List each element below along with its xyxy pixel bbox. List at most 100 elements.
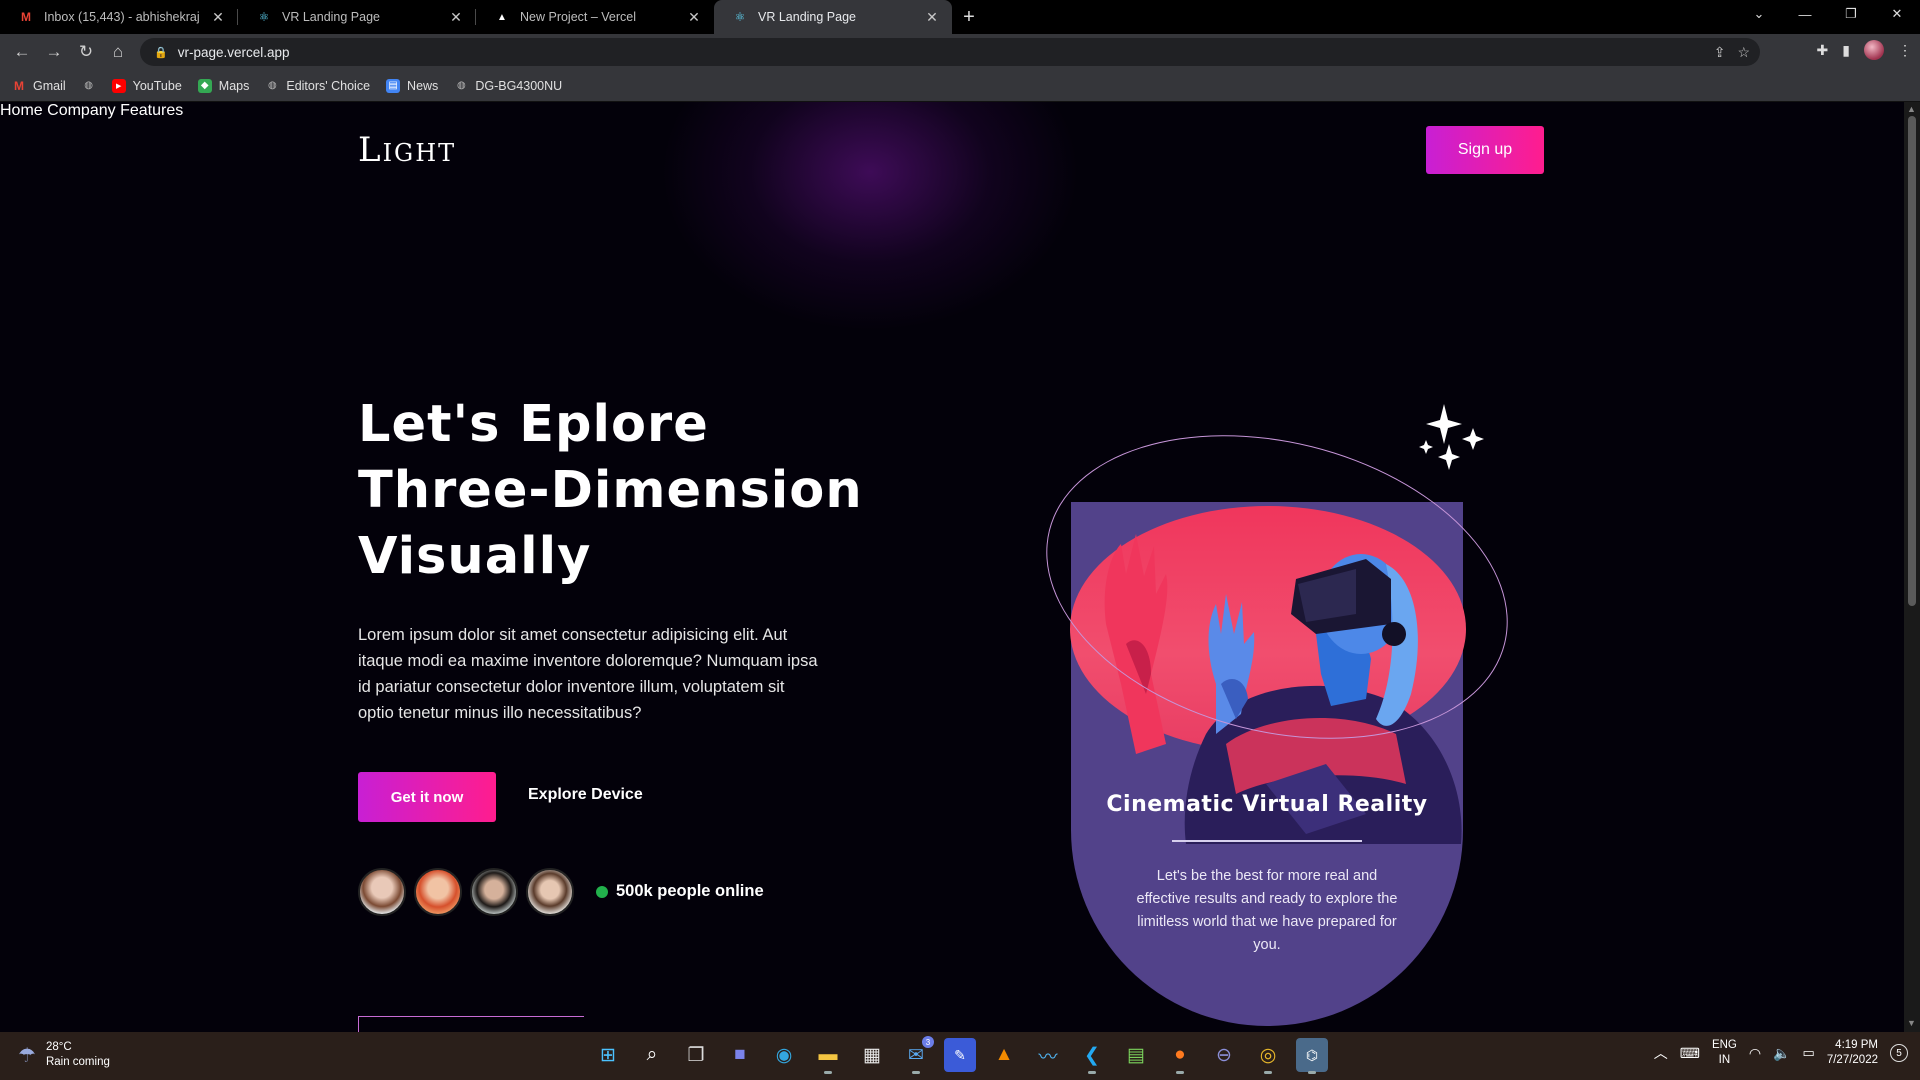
profile-avatar[interactable]: [1864, 40, 1884, 60]
forward-icon[interactable]: →: [38, 36, 70, 68]
toolbar-actions: ✚ ▮ ⋮: [1817, 40, 1912, 60]
bookmark-globe[interactable]: ◍: [82, 79, 96, 93]
reload-icon[interactable]: ↻: [70, 36, 102, 68]
page-viewport: Light Home Company Features Sign up Let'…: [0, 102, 1904, 1032]
get-it-now-button[interactable]: Get it now: [358, 772, 496, 822]
menu-icon[interactable]: ⋮: [1898, 42, 1912, 59]
avatar: [358, 868, 406, 916]
next-section-frame: [358, 1016, 584, 1032]
restore-icon[interactable]: ❐: [1828, 0, 1874, 28]
edge-icon[interactable]: ◉: [768, 1038, 800, 1072]
close-icon[interactable]: ✕: [686, 9, 702, 26]
bookmark-label: Maps: [218, 78, 250, 93]
taskbar-apps: ⊞ ⌕ ❐ ■ ◉ ▬ ▦ ✉ 3 ✎ ▲ 〰 ❮ ▤ ● ⊖ ◎ ⌬: [592, 1036, 1328, 1074]
close-icon[interactable]: ✕: [924, 9, 940, 26]
tab-title: Inbox (15,443) - abhishekraj1130: [44, 10, 200, 24]
online-avatars: [358, 868, 574, 916]
battery-icon[interactable]: ▭: [1803, 1045, 1815, 1061]
vscode-icon[interactable]: ❮: [1076, 1038, 1108, 1074]
bookmark-news[interactable]: ▤ News: [386, 78, 439, 93]
background-glow: [660, 102, 1080, 332]
explore-device-link[interactable]: Explore Device: [528, 786, 643, 804]
teams-chat-icon[interactable]: ■: [724, 1038, 756, 1072]
globe-icon: ◍: [84, 80, 94, 91]
share-icon[interactable]: ⇪: [1714, 44, 1726, 61]
close-window-icon[interactable]: ✕: [1874, 0, 1920, 28]
store-icon[interactable]: ▦: [856, 1038, 888, 1072]
bookmark-maps[interactable]: ◆ Maps: [197, 78, 250, 93]
tab-vr-landing-active[interactable]: ⚛ VR Landing Page ✕: [714, 0, 952, 34]
mail-icon[interactable]: ✉ 3: [900, 1036, 934, 1074]
bookmark-gmail[interactable]: M Gmail: [12, 79, 66, 93]
region-code: IN: [1718, 1054, 1731, 1066]
side-panel-icon[interactable]: ▮: [1842, 42, 1850, 59]
clock[interactable]: 4:19 PM 7/27/2022: [1827, 1038, 1878, 1068]
start-icon[interactable]: ⊞: [592, 1038, 624, 1072]
bookmark-editors-choice[interactable]: ◍ Editors' Choice: [265, 79, 370, 93]
nav-home[interactable]: Home: [0, 102, 43, 119]
notifications-badge[interactable]: 5: [1890, 1044, 1908, 1062]
tab-search-icon[interactable]: ⌄: [1736, 0, 1782, 28]
whiteboard-icon[interactable]: 〰: [1032, 1038, 1064, 1072]
scroll-down-icon[interactable]: ▼: [1907, 1018, 1916, 1028]
vercel-icon: ▲: [497, 11, 507, 23]
tab-vr-landing[interactable]: ⚛ VR Landing Page ✕: [238, 0, 476, 34]
tab-title: VR Landing Page: [282, 10, 380, 24]
tab-gmail[interactable]: M Inbox (15,443) - abhishekraj1130 ✕: [0, 0, 238, 34]
headline-line-2: Three-Dimension: [358, 461, 863, 520]
weather-widget[interactable]: ☂ 28°C Rain coming: [18, 1040, 110, 1070]
file-explorer-icon[interactable]: ▬: [812, 1038, 844, 1074]
online-count: 500k people online: [616, 882, 764, 900]
firefox-icon[interactable]: ●: [1164, 1038, 1196, 1074]
site-logo[interactable]: Light: [358, 130, 456, 170]
hero-paragraph: Lorem ipsum dolor sit amet consectetur a…: [358, 626, 818, 722]
chrome-icon[interactable]: ◎: [1252, 1038, 1284, 1074]
chevron-up-icon[interactable]: ︿: [1654, 1043, 1668, 1063]
bookmark-label: Gmail: [33, 78, 66, 93]
page-scrollbar[interactable]: ▲ ▼: [1904, 102, 1920, 1032]
vlc-icon[interactable]: ▲: [988, 1038, 1020, 1072]
scrollbar-thumb[interactable]: [1908, 116, 1916, 606]
extensions-icon[interactable]: ✚: [1817, 42, 1829, 59]
task-view-icon[interactable]: ❐: [680, 1038, 712, 1072]
windows-taskbar: ☂ 28°C Rain coming ⊞ ⌕ ❐ ■ ◉ ▬ ▦ ✉ 3 ✎ ▲…: [0, 1032, 1920, 1080]
react-icon: ⚛: [258, 10, 270, 24]
keyboard-icon[interactable]: ⌨: [1680, 1045, 1700, 1062]
gmail-icon: M: [21, 10, 31, 24]
volume-icon[interactable]: 🔈: [1773, 1045, 1790, 1062]
headline-line-3: Visually: [358, 527, 592, 586]
bookmark-youtube[interactable]: ▶ YouTube: [111, 78, 182, 93]
sketch-app-icon[interactable]: ✎: [944, 1038, 976, 1072]
close-icon[interactable]: ✕: [448, 9, 464, 26]
scroll-up-icon[interactable]: ▲: [1907, 104, 1916, 114]
star-icon[interactable]: ☆: [1737, 44, 1750, 61]
minimize-icon[interactable]: —: [1782, 0, 1828, 28]
eclipse-icon[interactable]: ⊖: [1208, 1038, 1240, 1072]
home-icon[interactable]: ⌂: [102, 36, 134, 68]
bookmark-router[interactable]: ◍ DG-BG4300NU: [454, 79, 562, 93]
online-status: 500k people online: [596, 882, 764, 901]
search-icon[interactable]: ⌕: [636, 1038, 668, 1072]
sign-up-button[interactable]: Sign up: [1426, 126, 1544, 174]
bookmark-label: News: [407, 78, 439, 93]
lock-icon[interactable]: 🔒: [154, 46, 168, 59]
back-icon[interactable]: ←: [6, 36, 38, 68]
nav-company[interactable]: Company: [47, 102, 115, 119]
nav-features[interactable]: Features: [120, 102, 183, 119]
tab-title: VR Landing Page: [758, 10, 856, 24]
new-tab-button[interactable]: +: [952, 0, 986, 34]
omnibox-actions: ⇪ ☆: [1714, 44, 1750, 61]
sparkle-icon: [1419, 404, 1484, 470]
wifi-icon[interactable]: ◠: [1749, 1045, 1761, 1062]
tab-vercel[interactable]: ▲ New Project – Vercel ✕: [476, 0, 714, 34]
language-indicator[interactable]: ENG IN: [1712, 1038, 1737, 1068]
headline-line-1: Let's Eplore: [358, 395, 709, 454]
card-title: Cinematic Virtual Reality: [1106, 792, 1428, 817]
gmail-icon: M: [14, 78, 24, 93]
browser-toolbar: ← → ↻ ⌂ 🔒 vr-page.vercel.app ⇪ ☆ ✚ ▮ ⋮: [0, 34, 1920, 70]
avatar: [526, 868, 574, 916]
close-icon[interactable]: ✕: [210, 9, 226, 26]
address-bar[interactable]: 🔒 vr-page.vercel.app ⇪ ☆: [140, 38, 1760, 66]
terminal-icon[interactable]: ⌬: [1296, 1038, 1328, 1074]
notepad-icon[interactable]: ▤: [1120, 1038, 1152, 1072]
